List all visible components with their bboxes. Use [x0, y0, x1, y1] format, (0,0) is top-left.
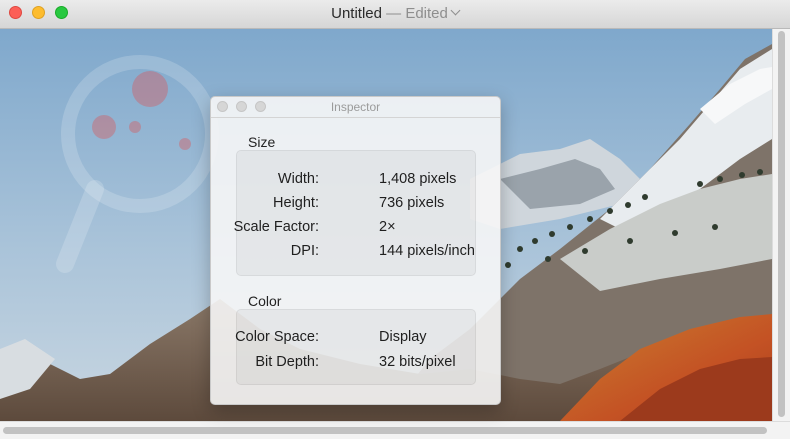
color-row-color-space: Color Space: Display [235, 329, 475, 349]
vertical-scrollbar[interactable] [772, 29, 790, 421]
color-section-label: Color [248, 293, 282, 309]
color-group: Color Space: Display Bit Depth: 32 bits/… [235, 309, 476, 385]
horizontal-scroll-thumb[interactable] [3, 427, 767, 434]
color-space-label: Color Space: [235, 329, 319, 345]
dpi-label: DPI: [290, 243, 319, 259]
size-row-height: Height: 736 pixels [237, 195, 475, 215]
bit-depth-label: Bit Depth: [255, 354, 319, 370]
width-value: 1,408 pixels [379, 171, 457, 187]
size-row-width: Width: 1,408 pixels [237, 171, 475, 191]
window-title[interactable]: Untitled — Edited [0, 5, 790, 22]
height-label: Height: [273, 195, 319, 211]
size-section-label: Size [248, 134, 276, 150]
inspector-panel: Inspector Size Width: 1,408 pixels Heigh… [210, 96, 501, 405]
inspector-zoom-button[interactable] [255, 101, 266, 112]
scale-factor-label: Scale Factor: [233, 219, 319, 235]
inspector-title: Inspector [330, 100, 381, 114]
document-name: Untitled [331, 5, 382, 22]
vertical-scroll-thumb[interactable] [778, 31, 785, 417]
height-value: 736 pixels [379, 195, 445, 211]
preview-window: Untitled — Edited Inspector Size Width: … [0, 0, 790, 439]
inspector-minimize-button[interactable] [236, 101, 247, 112]
title-bar[interactable]: Untitled — Edited [0, 0, 790, 29]
horizontal-scrollbar[interactable] [0, 421, 790, 439]
size-row-dpi: DPI: 144 pixels/inch [237, 243, 475, 263]
width-label: Width: [277, 171, 319, 187]
color-space-value: Display [379, 329, 427, 345]
color-row-bit-depth: Bit Depth: 32 bits/pixel [237, 354, 475, 374]
edited-status: Edited [405, 5, 448, 22]
scale-factor-value: 2× [379, 219, 396, 235]
size-row-scale-factor: Scale Factor: 2× [233, 219, 475, 239]
inspector-close-button[interactable] [217, 101, 228, 112]
size-group: Width: 1,408 pixels Height: 736 pixels S… [233, 150, 476, 276]
chevron-down-icon[interactable] [450, 5, 461, 16]
dpi-value: 144 pixels/inch [379, 243, 475, 259]
bit-depth-value: 32 bits/pixel [379, 354, 456, 370]
title-separator: — [386, 5, 402, 22]
